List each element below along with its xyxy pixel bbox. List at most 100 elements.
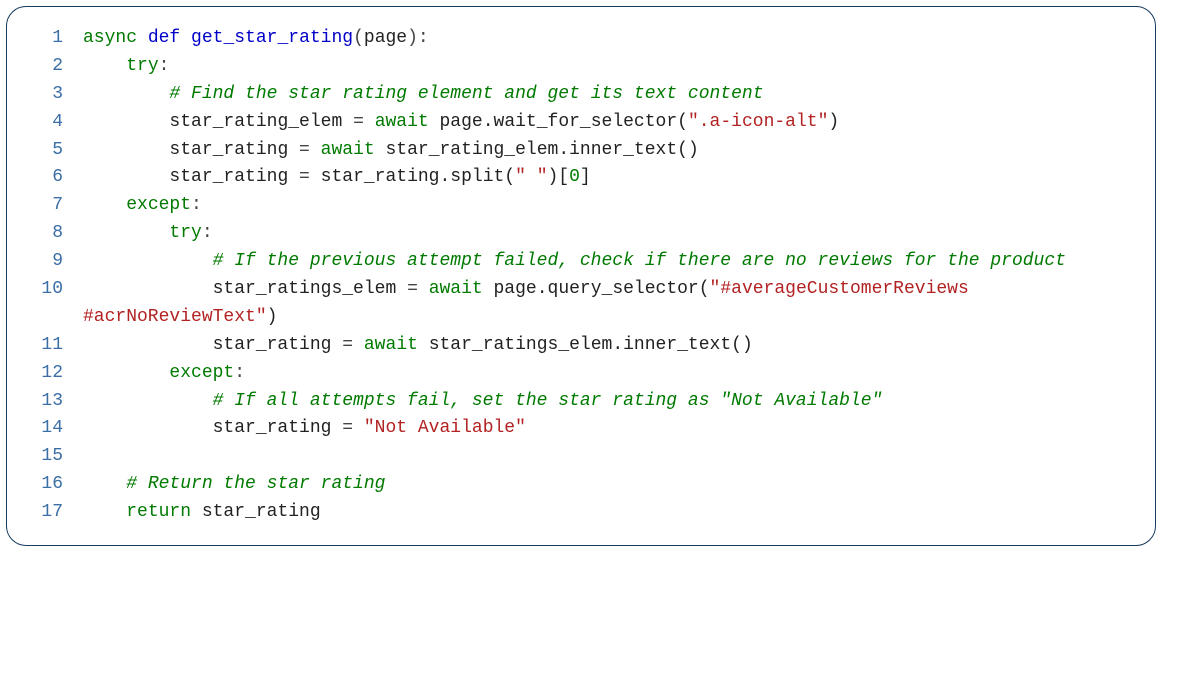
token-punct: : [234,363,245,383]
token-comment: # If the previous attempt failed, check … [213,251,1066,271]
token-kw-await: await [375,112,429,132]
code-text: async def get_star_rating(page): [83,25,1133,53]
token-nm [83,84,169,104]
token-nm: star_rating_elem [83,112,353,132]
code-block: 1async def get_star_rating(page):2 try:3… [6,6,1156,546]
token-string: ".a-icon-alt" [688,112,828,132]
code-line: 15 [29,443,1133,471]
line-number: 12 [29,360,83,388]
token-punct: = [299,140,310,160]
token-fn-name: get_star_rating [191,28,353,48]
code-line: 1async def get_star_rating(page): [29,25,1133,53]
code-line: 7 except: [29,192,1133,220]
token-nm [364,112,375,132]
token-nm [353,418,364,438]
line-number: 9 [29,248,83,276]
token-nm: ) [267,307,278,327]
line-number: 1 [29,25,83,53]
token-kw-await: await [321,140,375,160]
token-kw-return: return [126,502,191,522]
token-num: 0 [569,167,580,187]
token-nm: star_rating [83,335,342,355]
token-nm [83,251,213,271]
token-nm: star_rating [83,140,299,160]
code-text: star_ratings_elem = await page.query_sel… [83,276,1133,332]
token-nm: star_rating [191,502,321,522]
token-kw-except: except [126,195,191,215]
token-nm [83,363,169,383]
code-line: 12 except: [29,360,1133,388]
line-number: 13 [29,388,83,416]
code-text: except: [83,192,1133,220]
token-kw-def: def [148,28,180,48]
token-kw-except: except [169,363,234,383]
code-text: try: [83,53,1133,81]
token-punct: = [342,418,353,438]
line-number: 3 [29,81,83,109]
token-punct: : [191,195,202,215]
token-punct: = [407,279,418,299]
token-nm: page.wait_for_selector( [429,112,688,132]
line-number: 5 [29,137,83,165]
code-line: 11 star_rating = await star_ratings_elem… [29,332,1133,360]
token-nm: star_rating.split( [310,167,515,187]
line-number: 17 [29,499,83,527]
code-text [83,443,1133,471]
token-nm [418,279,429,299]
code-line: 16 # Return the star rating [29,471,1133,499]
code-line: 9 # If the previous attempt failed, chec… [29,248,1133,276]
line-number: 2 [29,53,83,81]
line-number: 10 [29,276,83,304]
code-line: 6 star_rating = star_rating.split(" ")[0… [29,164,1133,192]
token-string: "Not Available" [364,418,526,438]
line-number: 16 [29,471,83,499]
token-nm [137,28,148,48]
token-comment: # Return the star rating [126,474,385,494]
token-nm [83,195,126,215]
token-nm [83,391,213,411]
token-punct: = [299,167,310,187]
code-line: 5 star_rating = await star_rating_elem.i… [29,137,1133,165]
token-nm: page.query_selector( [483,279,710,299]
code-text: return star_rating [83,499,1133,527]
code-line: 13 # If all attempts fail, set the star … [29,388,1133,416]
line-number: 8 [29,220,83,248]
line-number: 14 [29,415,83,443]
token-kw-try: try [169,223,201,243]
code-line: 2 try: [29,53,1133,81]
token-kw-async: async [83,28,137,48]
token-punct: ( [353,28,364,48]
code-text: except: [83,360,1133,388]
line-number: 6 [29,164,83,192]
line-number: 11 [29,332,83,360]
line-number: 15 [29,443,83,471]
code-line: 17 return star_rating [29,499,1133,527]
token-nm: star_rating_elem.inner_text() [375,140,699,160]
code-line: 3 # Find the star rating element and get… [29,81,1133,109]
line-number: 4 [29,109,83,137]
code-text: # If all attempts fail, set the star rat… [83,388,1133,416]
token-nm [83,474,126,494]
code-text: star_rating = await star_rating_elem.inn… [83,137,1133,165]
token-kw-await: await [364,335,418,355]
code-text: star_rating_elem = await page.wait_for_s… [83,109,1133,137]
token-kw-try: try [126,56,158,76]
token-nm [310,140,321,160]
token-nm: page [364,28,407,48]
code-line: 10 star_ratings_elem = await page.query_… [29,276,1133,332]
token-nm: ] [580,167,591,187]
code-line: 4 star_rating_elem = await page.wait_for… [29,109,1133,137]
token-nm: star_rating [83,167,299,187]
token-comment: # If all attempts fail, set the star rat… [213,391,883,411]
code-line: 14 star_rating = "Not Available" [29,415,1133,443]
token-nm [353,335,364,355]
token-comment: # Find the star rating element and get i… [169,84,763,104]
token-punct: : [202,223,213,243]
token-nm: star_rating [83,418,342,438]
code-text: star_rating = await star_ratings_elem.in… [83,332,1133,360]
token-nm [83,502,126,522]
token-kw-await: await [429,279,483,299]
token-punct: : [159,56,170,76]
code-line: 8 try: [29,220,1133,248]
token-punct: = [353,112,364,132]
